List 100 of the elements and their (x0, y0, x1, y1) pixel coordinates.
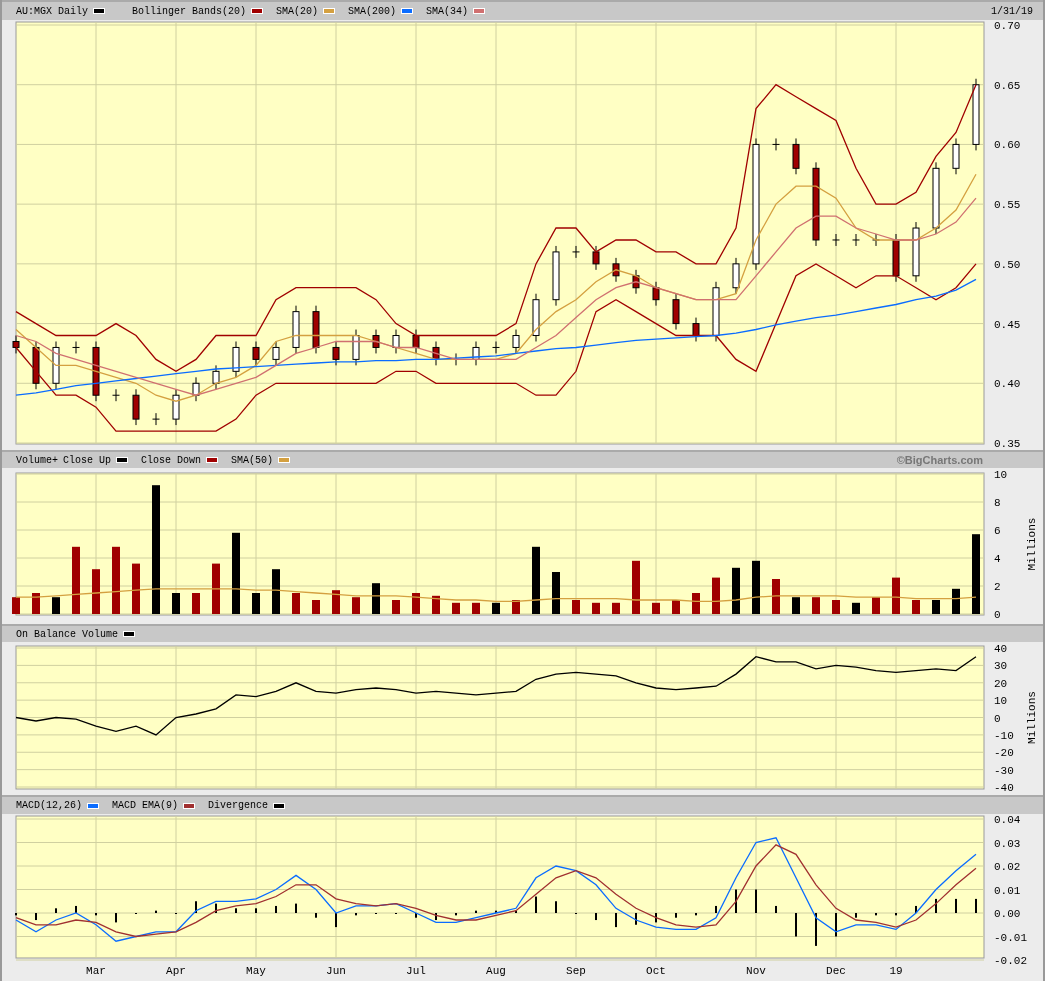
candlestick (172, 388, 180, 426)
axis-tick-label: -20 (994, 747, 1014, 760)
volume-bar (592, 602, 600, 614)
axis-tick-label: 4 (994, 553, 1001, 565)
chart-date: 1/31/19 (991, 4, 1033, 19)
volume-bar (292, 593, 300, 614)
candlestick (52, 341, 60, 390)
candlestick (332, 341, 340, 366)
volume-bar (932, 600, 940, 614)
candlestick (632, 269, 640, 295)
candlestick (132, 388, 140, 426)
axis-tick-label: May (246, 965, 266, 977)
volume-bar (392, 600, 400, 614)
axis-tick-label: Apr (166, 965, 186, 977)
volume-bar (72, 546, 80, 614)
volume-bar (112, 546, 120, 614)
volume-bar (352, 597, 360, 614)
volume-bar (912, 600, 920, 614)
volume-bar (52, 597, 60, 614)
axis-tick-label: 2 (994, 581, 1001, 593)
volume-bar (872, 597, 880, 614)
legend-label: SMA(34) (426, 4, 469, 19)
axis-tick-label: Jun (326, 965, 346, 977)
axis-tick-label: -0.01 (994, 931, 1027, 944)
candlestick (32, 341, 40, 390)
candlestick (772, 137, 780, 151)
candlestick (692, 317, 700, 342)
candlestick (192, 376, 200, 402)
volume-bar (792, 597, 800, 614)
volume-bar (252, 593, 260, 614)
candlestick (952, 137, 960, 175)
candlestick (352, 329, 360, 366)
volume-bar (332, 590, 340, 614)
candlestick (432, 341, 440, 366)
candlestick (312, 305, 320, 354)
candlestick (832, 233, 840, 247)
volume-bar (472, 602, 480, 614)
axis-tick-label: 0.04 (994, 814, 1021, 826)
axis-tick-label: 19 (889, 965, 903, 977)
volume-bar (512, 600, 520, 614)
volume-bar (572, 600, 580, 614)
volume-bar (852, 602, 860, 614)
axis-tick-label: 0.65 (994, 79, 1021, 92)
candlestick (92, 341, 100, 402)
volume-bar (552, 572, 560, 614)
axis-tick-label: 0.70 (994, 20, 1021, 32)
axis-tick-label: Sep (566, 965, 586, 977)
volume-bar (632, 560, 640, 614)
volume-bar (272, 569, 280, 614)
volume-bar (132, 563, 140, 614)
axis-tick-label: 0.00 (994, 908, 1021, 920)
volume-bar (892, 577, 900, 614)
volume-bar (752, 560, 760, 614)
legend-swatch (93, 8, 105, 14)
axis-tick-label: 6 (994, 525, 1001, 537)
volume-bar (492, 602, 500, 614)
axis-tick-label: 20 (994, 677, 1008, 690)
candlestick (552, 245, 560, 307)
axis-tick-label: 0.45 (994, 318, 1021, 331)
legend-label: On Balance Volume (16, 627, 119, 642)
axis-tick-label: 0.02 (994, 861, 1021, 873)
axis-tick-label: 0 (994, 609, 1001, 621)
candlestick (112, 388, 120, 402)
volume-bar (452, 602, 460, 614)
candlestick (892, 233, 900, 283)
volume-bar (832, 600, 840, 614)
axis-title: Millions (1026, 691, 1038, 744)
candlestick (612, 257, 620, 283)
legend-label: Close Up (63, 453, 112, 468)
axis-tick-label: 0.40 (994, 378, 1021, 391)
axis-tick-label: 0.03 (994, 837, 1021, 850)
candlestick (912, 221, 920, 283)
volume-bar (372, 583, 380, 614)
candlestick (532, 293, 540, 342)
axis-title: Millions (1026, 517, 1038, 571)
volume-bar (952, 588, 960, 614)
volume-bar (692, 593, 700, 614)
volume-bar (412, 593, 420, 614)
axis-tick-label: 0.35 (994, 438, 1021, 450)
candlestick (272, 341, 280, 366)
candlestick (152, 412, 160, 426)
candlestick (452, 352, 460, 366)
volume-bar (672, 600, 680, 614)
axis-tick-label: Aug (486, 965, 506, 977)
axis-tick-label: Mar (86, 965, 106, 977)
credit-text: ©BigCharts.com (896, 452, 983, 468)
axis-tick-label: -0.02 (994, 955, 1027, 967)
volume-bar (192, 593, 200, 614)
axis-tick-label: 8 (994, 497, 1001, 509)
candlestick (252, 341, 260, 366)
volume-bar (32, 593, 40, 614)
axis-tick-label: 0.01 (994, 884, 1021, 897)
axis-tick-label: Nov (746, 965, 766, 977)
volume-bar (652, 602, 660, 614)
legend-label: SMA(200) (348, 4, 397, 19)
axis-tick-label: Oct (646, 965, 666, 977)
legend-label: MACD(12,26) (16, 799, 82, 813)
axis-tick-label: Dec (826, 965, 846, 977)
volume-bar (212, 563, 220, 614)
volume-bar (712, 577, 720, 614)
